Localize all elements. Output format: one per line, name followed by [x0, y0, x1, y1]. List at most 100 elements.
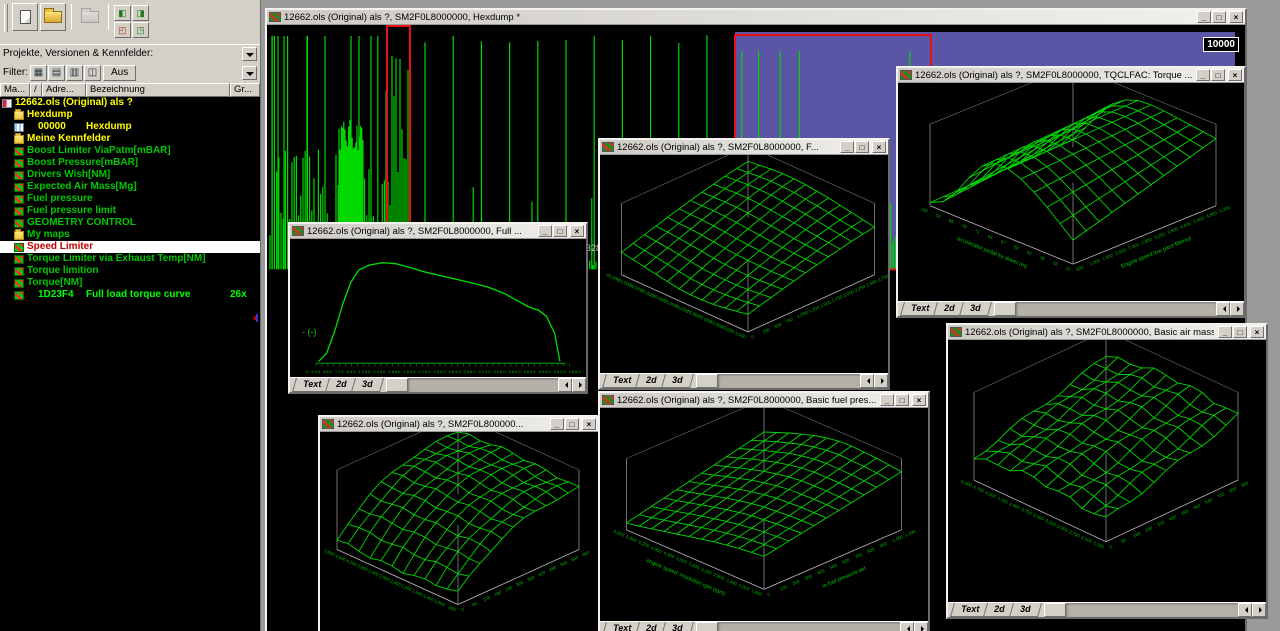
close-button[interactable]: × [1229, 11, 1243, 23]
hscroll-thumb[interactable] [994, 302, 1016, 316]
tree-item-fuel-pressure-limit[interactable]: Fuel pressure limit [0, 205, 260, 217]
map-window-tqclfac[interactable]: 12662.ols (Original) als ?, SM2F0L800000… [896, 66, 1246, 318]
tab-3d[interactable]: 3d [661, 622, 694, 631]
arrange-window-icon[interactable]: ◳ [132, 22, 149, 38]
maximize-button[interactable]: □ [1211, 69, 1225, 81]
tree-item-fuel-pressure[interactable]: Fuel pressure [0, 193, 260, 205]
tree-item-boost-limiter-viapatm-mbar-[interactable]: Boost Limiter ViaPatm[mBAR] [0, 145, 260, 157]
hscroll-left-button[interactable] [900, 622, 914, 631]
column-header-ma[interactable]: Ma... [0, 83, 30, 97]
filter-3d-icon[interactable]: ▥ [66, 65, 83, 81]
column-header-gr[interactable]: Gr... [230, 83, 260, 97]
panel-collapse-arrow-icon[interactable] [249, 312, 259, 324]
window-titlebar[interactable]: 12662.ols (Original) als ?, SM2F0L800000… [600, 140, 888, 155]
window-titlebar[interactable]: 12662.ols (Original) als ?, SM2F0L800000… [948, 325, 1266, 340]
project-tree[interactable]: 12662.ols (Original) als ?Hexdump00000He… [0, 97, 260, 631]
tree-item-torque-limiter-via-exhaust-temp-nm-[interactable]: Torque Limiter via Exhaust Temp[NM] [0, 253, 260, 265]
split-window-icon[interactable]: ◨ [132, 5, 149, 21]
curve-window-full-load[interactable]: 12662.ols (Original) als ?, SM2F0L800000… [288, 222, 588, 394]
close-button[interactable]: × [570, 225, 584, 237]
minimize-button[interactable]: _ [1196, 69, 1210, 81]
map-3d-content[interactable]: 10092857871645750423528218001,2001,6002,… [898, 83, 1244, 301]
open-project-button[interactable] [40, 3, 66, 31]
close-button[interactable]: × [872, 141, 886, 153]
curve-2d-content[interactable]: - (-) 0 240 480 720 960 1200 1440 1680 1… [290, 239, 586, 377]
tree-item-meine-kennfelder[interactable]: Meine Kennfelder [0, 133, 260, 145]
minimize-button[interactable]: _ [538, 225, 552, 237]
hscroll-track[interactable] [718, 374, 860, 388]
hscroll-right-button[interactable] [1252, 603, 1266, 617]
new-project-button[interactable] [12, 3, 38, 31]
map-window-bottom-left[interactable]: 12662.ols (Original) als ?, SM2F0L800000… [318, 415, 600, 631]
tree-item-boost-pressure-mbar-[interactable]: Boost Pressure[mBAR] [0, 157, 260, 169]
window-titlebar[interactable]: 12662.ols (Original) als ?, SM2F0L800000… [898, 68, 1244, 83]
column-header-slash[interactable]: / [30, 83, 42, 97]
filter-off-button[interactable]: Aus [103, 65, 136, 81]
minimize-button[interactable]: _ [840, 141, 854, 153]
hscroll-track[interactable] [1066, 603, 1238, 617]
hscroll-thumb[interactable] [696, 622, 718, 631]
tab-3d[interactable]: 3d [1009, 603, 1042, 617]
maximize-button[interactable]: □ [565, 418, 579, 430]
maximize-button[interactable]: □ [553, 225, 567, 237]
hscroll-left-button[interactable] [860, 374, 874, 388]
hscroll-right-button[interactable] [1230, 302, 1244, 316]
tree-item-geometry-control[interactable]: GEOMETRY CONTROL [0, 217, 260, 229]
minimize-button[interactable]: _ [880, 394, 894, 406]
tree-item-expected-air-mass-mg-[interactable]: Expected Air Mass[Mg] [0, 181, 260, 193]
hscroll-right-button[interactable] [874, 374, 888, 388]
tree-item-hexdump[interactable]: Hexdump [0, 109, 260, 121]
map-3d-view[interactable]: 60,00055,00050,00045,00040,00035,00030,0… [600, 155, 888, 373]
maximize-button[interactable]: □ [895, 394, 909, 406]
hscroll-track[interactable] [1016, 302, 1216, 316]
column-header-bezeichnung[interactable]: Bezeichnung [86, 83, 230, 97]
hscroll-track[interactable] [408, 378, 558, 392]
hscroll-thumb[interactable] [386, 378, 408, 392]
tree-item-drivers-wish-nm-[interactable]: Drivers Wish[NM] [0, 169, 260, 181]
window-titlebar[interactable]: 12662.ols (Original) als ?, SM2F0L800000… [290, 224, 586, 239]
hscroll-left-button[interactable] [1238, 603, 1252, 617]
column-header-adre[interactable]: Adre... [42, 83, 86, 97]
map-3d-view[interactable]: 5,0004,6004,2003,8003,4003,0002,6002,200… [320, 432, 598, 631]
tree-item-hexdump[interactable]: 00000Hexdump [0, 121, 260, 133]
map-window-basic-fuel-pressure[interactable]: 12662.ols (Original) als ?, SM2F0L800000… [598, 391, 930, 631]
tree-item-torque-nm-[interactable]: Torque[NM] [0, 277, 260, 289]
hscroll-thumb[interactable] [696, 374, 718, 388]
tree-item-full-load-torque-curve[interactable]: 1D23F4Full load torque curve26x [0, 289, 260, 301]
hscroll-right-button[interactable] [572, 378, 586, 392]
minimize-button[interactable]: _ [1197, 11, 1211, 23]
tree-item-12662-ols-original-als-[interactable]: 12662.ols (Original) als ? [0, 97, 260, 109]
map-3d-view[interactable]: 5,0004,7504,5004,2504,0003,7503,5003,250… [948, 340, 1266, 602]
map-window-center[interactable]: 12662.ols (Original) als ?, SM2F0L800000… [598, 138, 890, 390]
dock-window-icon[interactable]: ◧ [114, 5, 131, 21]
minimize-button[interactable]: _ [550, 418, 564, 430]
hscroll-left-button[interactable] [558, 378, 572, 392]
hscroll-track[interactable] [718, 622, 900, 631]
maximize-button[interactable]: □ [1212, 11, 1226, 23]
map-3d-view[interactable]: 10092857871645750423528218001,2001,6002,… [898, 83, 1244, 301]
tree-item-speed-limiter[interactable]: Speed Limiter [0, 241, 260, 253]
close-button[interactable]: × [582, 418, 596, 430]
close-button[interactable]: × [912, 394, 926, 406]
filter-dropdown-button[interactable] [242, 66, 257, 80]
hscroll-left-button[interactable] [1216, 302, 1230, 316]
map-window-basic-air-mass[interactable]: 12662.ols (Original) als ?, SM2F0L800000… [946, 323, 1268, 619]
hscroll-right-button[interactable] [914, 622, 928, 631]
import-project-button[interactable] [77, 3, 103, 31]
tree-item-torque-limition[interactable]: Torque limition [0, 265, 260, 277]
tab-3d[interactable]: 3d [959, 302, 992, 316]
tab-3d[interactable]: 3d [351, 378, 384, 392]
map-3d-content[interactable]: 60,00055,00050,00045,00040,00035,00030,0… [600, 155, 888, 373]
window-titlebar[interactable]: 12662.ols (Original) als ?, SM2F0L800000… [267, 10, 1245, 25]
projects-dropdown-button[interactable] [242, 47, 257, 61]
maximize-button[interactable]: □ [1233, 326, 1247, 338]
hscroll-thumb[interactable] [1044, 603, 1066, 617]
map-3d-content[interactable]: 5,0004,7504,5004,2504,0003,7503,5003,250… [948, 340, 1266, 602]
window-titlebar[interactable]: 12662.ols (Original) als ?, SM2F0L800000… [320, 417, 598, 432]
map-3d-view[interactable]: 6,0005,6005,2004,8004,4004,0003,6003,200… [600, 408, 928, 621]
window-titlebar[interactable]: 12662.ols (Original) als ?, SM2F0L800000… [600, 393, 928, 408]
close-button[interactable]: × [1250, 326, 1264, 338]
maximize-button[interactable]: □ [855, 141, 869, 153]
curve-2d-view[interactable] [290, 239, 586, 377]
restore-window-icon[interactable]: ◰ [114, 22, 131, 38]
